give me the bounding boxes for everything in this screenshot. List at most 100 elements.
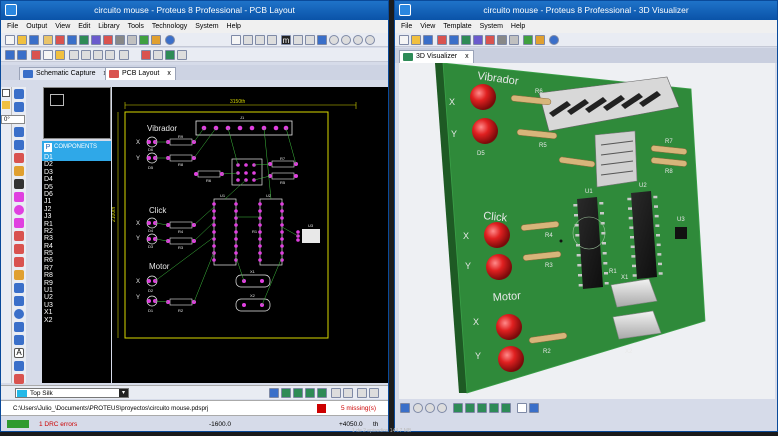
play-icon[interactable] [281, 388, 291, 398]
front-view-icon[interactable] [477, 403, 487, 413]
back-view-icon[interactable] [489, 403, 499, 413]
pick-part-icon[interactable] [119, 50, 129, 60]
vsm-studio-icon[interactable] [151, 35, 161, 45]
cut-icon[interactable] [31, 50, 41, 60]
component-list-item[interactable]: U2 [42, 294, 111, 301]
component-list-item[interactable]: D3 [42, 169, 111, 176]
circle-icon[interactable] [14, 309, 24, 319]
rotate-cw-icon[interactable] [14, 89, 24, 99]
paste-icon[interactable] [55, 50, 65, 60]
bom-icon[interactable] [115, 35, 125, 45]
pad-square-icon[interactable] [14, 218, 24, 228]
import-icon[interactable] [43, 35, 53, 45]
open-folder-icon[interactable] [411, 35, 421, 45]
component-list-item[interactable]: R9 [42, 280, 111, 287]
component-list-item[interactable]: U3 [42, 302, 111, 309]
title-bar[interactable]: circuito mouse - Proteus 8 Professional … [1, 1, 388, 20]
component-list-item[interactable]: J3 [42, 213, 111, 220]
pad-stack-icon[interactable] [14, 270, 24, 280]
block-rotate-icon[interactable] [93, 50, 103, 60]
component-list-item[interactable]: U1 [42, 287, 111, 294]
design-explorer-icon[interactable] [127, 35, 137, 45]
pan-icon[interactable] [400, 403, 410, 413]
pad-circle-icon[interactable] [14, 205, 24, 215]
design-rules-icon[interactable] [177, 50, 187, 60]
ratsnest-icon[interactable] [14, 179, 24, 189]
symbol-icon[interactable] [14, 361, 24, 371]
component-list-item[interactable]: D5 [42, 184, 111, 191]
menu-view[interactable]: View [55, 20, 70, 33]
rotation-angle-field[interactable]: 0° [1, 115, 25, 124]
mirror-x-icon[interactable] [14, 127, 24, 137]
title-bar[interactable]: circuito mouse - Proteus 8 Professional … [395, 1, 777, 20]
path-icon[interactable] [14, 335, 24, 345]
menu-file[interactable]: File [401, 20, 412, 33]
step-icon[interactable] [293, 388, 303, 398]
tab-schematic-capture[interactable]: Schematic Capture x [19, 67, 112, 80]
source-code-icon[interactable] [523, 35, 533, 45]
snap-icon[interactable] [293, 35, 303, 45]
component-list-item[interactable]: R7 [42, 265, 111, 272]
component-list-item[interactable]: X1 [42, 309, 111, 316]
save-icon[interactable] [29, 35, 39, 45]
component-list-item[interactable]: R4 [42, 243, 111, 250]
3d-preview-icon[interactable] [369, 388, 379, 398]
zoom-out-icon[interactable] [341, 35, 351, 45]
missing-count[interactable]: 5 missing(s) [341, 405, 376, 412]
track-icon[interactable] [14, 153, 24, 163]
arc-icon[interactable] [14, 322, 24, 332]
fit-board-icon[interactable] [529, 403, 539, 413]
via-icon[interactable] [14, 166, 24, 176]
help-icon[interactable] [549, 35, 559, 45]
top-view-icon[interactable] [453, 403, 463, 413]
menu-file[interactable]: File [7, 20, 18, 33]
save-icon[interactable] [423, 35, 433, 45]
layer-color-icon[interactable] [269, 388, 279, 398]
component-list-item[interactable]: R5 [42, 250, 111, 257]
pcb-icon[interactable] [79, 35, 89, 45]
gerber-icon[interactable] [485, 35, 495, 45]
pcb-editing-window[interactable]: 3150th 2100th Vibrador Click Motor X Y X… [112, 87, 388, 383]
new-file-icon[interactable] [399, 35, 409, 45]
pick-devices-button[interactable]: P [44, 143, 52, 152]
component-list-item[interactable]: R6 [42, 257, 111, 264]
origin-icon[interactable] [255, 35, 265, 45]
menu-template[interactable]: Template [443, 20, 471, 33]
line-icon[interactable] [14, 283, 24, 293]
move-icon[interactable] [317, 35, 327, 45]
block-delete-icon[interactable] [105, 50, 115, 60]
component-list-item[interactable]: D6 [42, 191, 111, 198]
autoroute-icon[interactable] [141, 50, 151, 60]
home-icon[interactable] [437, 35, 447, 45]
undo-icon[interactable] [5, 50, 15, 60]
component-list-item[interactable]: R3 [42, 235, 111, 242]
metric-icon[interactable]: m [281, 35, 291, 45]
autoplace-icon[interactable] [153, 50, 163, 60]
box-icon[interactable] [14, 296, 24, 306]
3d-viewport[interactable]: Vibrador Click Motor X Y X Y X Y D5 R6 R… [399, 62, 775, 399]
home-icon[interactable] [55, 35, 65, 45]
3d-view-icon[interactable] [91, 35, 101, 45]
units-icon[interactable] [267, 35, 277, 45]
component-mode-icon[interactable] [2, 101, 10, 109]
menu-technology[interactable]: Technology [152, 20, 187, 33]
zoom-area-icon[interactable] [365, 35, 375, 45]
grid-icon[interactable] [243, 35, 253, 45]
bom-icon[interactable] [497, 35, 507, 45]
layers-icon[interactable] [343, 388, 353, 398]
3d-view-icon[interactable] [473, 35, 483, 45]
overview-preview[interactable] [43, 87, 111, 139]
layer-selector[interactable]: Top Silk ▾ [15, 388, 129, 398]
height-filter-icon[interactable] [517, 403, 527, 413]
component-list-item[interactable]: R1 [42, 221, 111, 228]
menu-edit[interactable]: Edit [78, 20, 90, 33]
stop-icon[interactable] [317, 388, 327, 398]
marker-icon[interactable] [14, 374, 24, 384]
left-view-icon[interactable] [501, 403, 511, 413]
component-list-item[interactable]: R2 [42, 228, 111, 235]
copy-icon[interactable] [43, 50, 53, 60]
rotate-ccw-icon[interactable] [14, 102, 24, 112]
zoom-all-icon[interactable] [353, 35, 363, 45]
close-icon[interactable]: x [167, 70, 171, 77]
power-plane-icon[interactable] [165, 50, 175, 60]
